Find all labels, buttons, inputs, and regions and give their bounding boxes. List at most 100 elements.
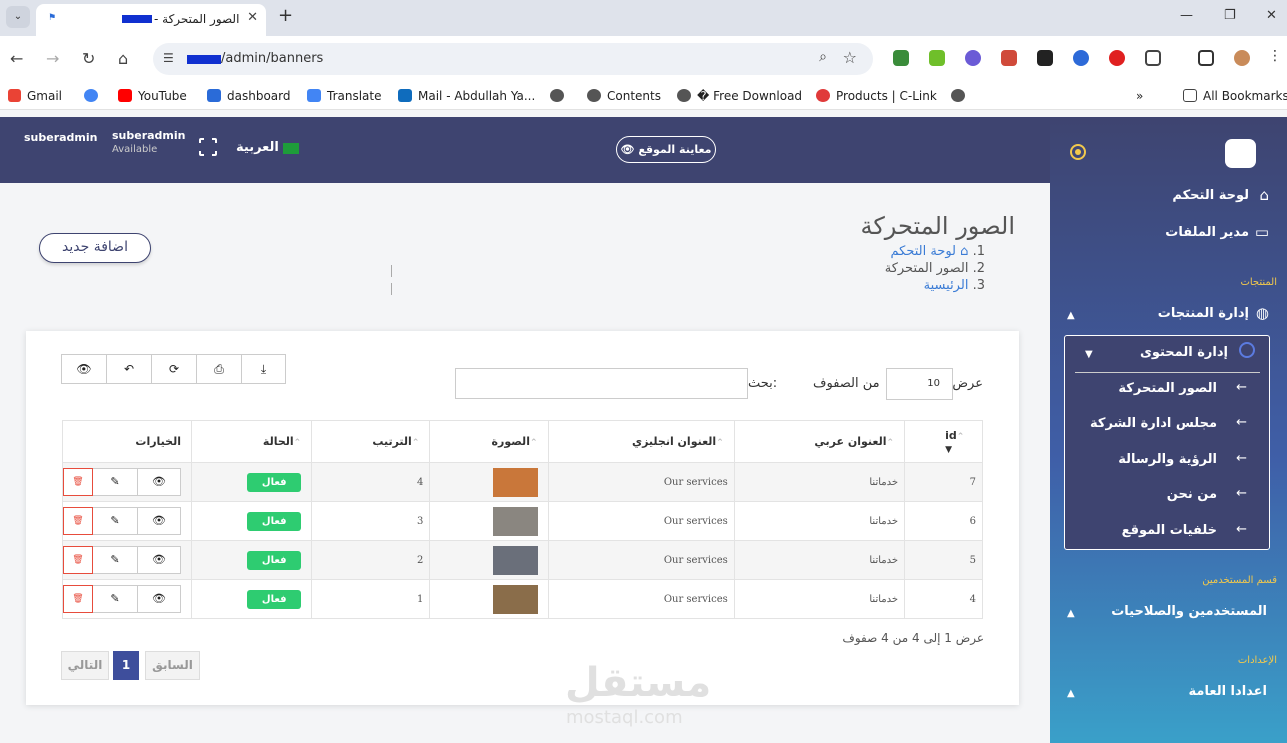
- bookmark-globe[interactable]: [951, 89, 971, 103]
- extension-icon[interactable]: [929, 50, 945, 66]
- submenu-item-banners[interactable]: الصور المتحركة: [1118, 381, 1217, 396]
- breadcrumb-item-home[interactable]: 3. الرئيسية: [885, 278, 985, 295]
- extensions-puzzle-icon[interactable]: [1145, 50, 1161, 66]
- bookmark-globe[interactable]: [550, 89, 570, 103]
- close-window-icon[interactable]: ✕: [1266, 8, 1277, 23]
- sidebar-item-settings[interactable]: اعدادا العامة: [1189, 684, 1267, 699]
- chevron-up-icon[interactable]: ▲: [1067, 310, 1075, 321]
- view-button[interactable]: 👁: [137, 546, 181, 574]
- menu-dots-icon[interactable]: ⋮: [1268, 48, 1284, 64]
- reload-icon[interactable]: ↻: [82, 49, 95, 68]
- col-image[interactable]: الصورة⌃: [429, 420, 549, 463]
- bookmark-google[interactable]: [84, 89, 104, 103]
- banner-thumbnail[interactable]: [492, 545, 538, 575]
- page-length-input[interactable]: 10: [886, 368, 953, 400]
- extension-icon[interactable]: [1109, 50, 1125, 66]
- profile-avatar[interactable]: [1234, 50, 1250, 66]
- more-bookmarks-icon[interactable]: »: [1136, 89, 1143, 103]
- view-button[interactable]: 👁: [137, 468, 181, 496]
- col-id[interactable]: id⌃ ▼: [904, 420, 983, 463]
- banner-thumbnail[interactable]: [492, 506, 538, 536]
- bookmark-products[interactable]: Products | C-Link: [816, 89, 937, 103]
- delete-button[interactable]: 🗑: [63, 585, 93, 613]
- all-bookmarks[interactable]: All Bookmarks: [1183, 89, 1287, 103]
- sidebar-item-file-manager[interactable]: مدير الملفات: [1165, 225, 1249, 240]
- new-tab-icon[interactable]: +: [278, 5, 293, 26]
- sidebar-item-dashboard[interactable]: لوحة التحكم: [1172, 188, 1249, 203]
- close-tab-icon[interactable]: ✕: [247, 10, 258, 25]
- col-order[interactable]: الترتيب⌃: [311, 420, 431, 463]
- side-panel-icon[interactable]: [1198, 50, 1214, 66]
- chevron-down-icon[interactable]: ▼: [1085, 349, 1093, 360]
- bookmark-mail[interactable]: Mail - Abdullah Ya...: [398, 89, 535, 103]
- zoom-icon[interactable]: ⌕: [819, 49, 827, 65]
- col-title-en[interactable]: العنوان انجليزي⌃: [547, 420, 735, 463]
- delete-button[interactable]: 🗑: [63, 546, 93, 574]
- bookmark-star-icon[interactable]: ☆: [843, 48, 857, 67]
- language-switch[interactable]: العربية: [236, 140, 279, 155]
- browser-tab[interactable]: ⚑ الصور المتحركة - ✕: [36, 4, 266, 36]
- edit-button[interactable]: ✎: [93, 546, 137, 574]
- arrow-left-icon: ←: [1236, 380, 1247, 395]
- banner-thumbnail[interactable]: [492, 584, 538, 614]
- bookmark-dashboard[interactable]: dashboard: [207, 89, 290, 103]
- home-icon[interactable]: ⌂: [118, 49, 128, 68]
- view-button[interactable]: 👁: [137, 507, 181, 535]
- extension-icon[interactable]: [965, 50, 981, 66]
- bookmark-translate[interactable]: Translate: [307, 89, 382, 103]
- avatar[interactable]: suberadmin: [24, 131, 98, 144]
- back-icon[interactable]: ←: [10, 49, 23, 68]
- sidebar-item-users[interactable]: المستخدمين والصلاحيات: [1111, 604, 1267, 619]
- refresh-button[interactable]: ⟳: [151, 354, 196, 384]
- forward-icon[interactable]: →: [46, 49, 59, 68]
- delete-button[interactable]: 🗑: [63, 507, 93, 535]
- target-icon[interactable]: [1070, 144, 1086, 160]
- logo: [1225, 139, 1256, 168]
- page-1-button[interactable]: 1: [113, 651, 139, 680]
- breadcrumb-item-dashboard[interactable]: 1. ⌂ لوحة التحكم: [885, 244, 985, 261]
- bookmark-free-download[interactable]: � Free Download: [677, 89, 802, 103]
- col-status[interactable]: الحالة⌃: [190, 420, 313, 463]
- sidebar-item-products[interactable]: إدارة المنتجات: [1158, 306, 1249, 321]
- row-image: [429, 501, 549, 541]
- col-title-ar[interactable]: العنوان عربي⌃: [733, 420, 906, 463]
- extension-icon[interactable]: [893, 50, 909, 66]
- next-page-button[interactable]: التالي: [61, 651, 109, 680]
- preview-site-button[interactable]: 👁 معاينة الموقع: [616, 136, 716, 163]
- extension-icon[interactable]: [1073, 50, 1089, 66]
- sidebar: لوحة التحكم ⌂ مدير الملفات ▭ المنتجات إد…: [1050, 117, 1287, 743]
- restore-icon[interactable]: ❐: [1224, 8, 1236, 23]
- export-button[interactable]: ⤓: [241, 354, 286, 384]
- search-input[interactable]: [455, 368, 748, 399]
- tab-search-button[interactable]: ⌄: [6, 6, 30, 28]
- row-image: [429, 462, 549, 502]
- arrow-left-icon: ←: [1236, 486, 1247, 501]
- minimize-icon[interactable]: —: [1180, 8, 1193, 23]
- extension-icon[interactable]: [1037, 50, 1053, 66]
- submenu-item-board[interactable]: مجلس ادارة الشركة: [1090, 416, 1217, 431]
- delete-button[interactable]: 🗑: [63, 468, 93, 496]
- fullscreen-icon[interactable]: [198, 137, 218, 157]
- submenu-item-about[interactable]: من نحن: [1167, 487, 1217, 502]
- chevron-up-icon[interactable]: ▲: [1067, 608, 1075, 619]
- submenu-title[interactable]: إدارة المحتوى: [1140, 345, 1228, 360]
- edit-button[interactable]: ✎: [93, 468, 137, 496]
- edit-button[interactable]: ✎: [93, 585, 137, 613]
- chevron-up-icon[interactable]: ▲: [1067, 688, 1075, 699]
- view-button[interactable]: 👁: [137, 585, 181, 613]
- address-bar[interactable]: ☰ /admin/banners ⌕ ☆: [153, 43, 873, 75]
- site-info-icon[interactable]: ☰: [163, 51, 174, 65]
- prev-page-button[interactable]: السابق: [145, 651, 200, 680]
- bookmark-gmail[interactable]: Gmail: [8, 89, 62, 103]
- column-visibility-button[interactable]: 👁: [61, 354, 106, 384]
- bookmark-contents[interactable]: Contents: [587, 89, 661, 103]
- add-new-button[interactable]: اضافة جديد: [39, 233, 151, 263]
- bookmark-youtube[interactable]: YouTube: [118, 89, 187, 103]
- submenu-item-backgrounds[interactable]: خلفيات الموقع: [1122, 523, 1217, 538]
- reset-button[interactable]: ↶: [106, 354, 151, 384]
- submenu-item-vision[interactable]: الرؤية والرسالة: [1118, 452, 1217, 467]
- banner-thumbnail[interactable]: [492, 467, 538, 497]
- extension-icon[interactable]: [1001, 50, 1017, 66]
- print-button[interactable]: ⎙: [196, 354, 241, 384]
- edit-button[interactable]: ✎: [93, 507, 137, 535]
